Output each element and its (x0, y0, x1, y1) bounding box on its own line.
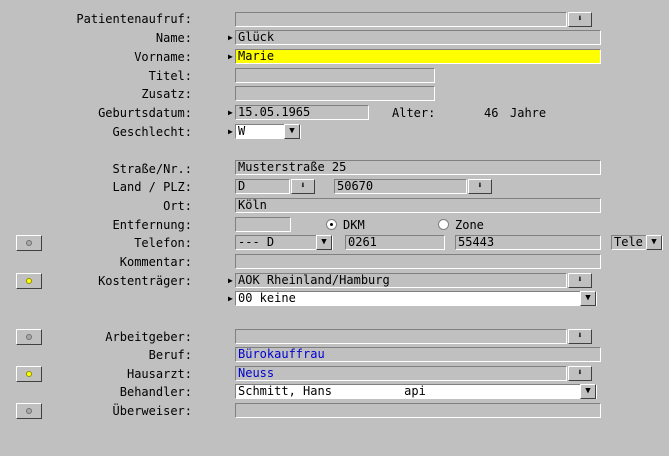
label-arbeitgeber: Arbeitgeber: (105, 330, 192, 344)
download-arrow-icon: ⬇ (300, 181, 306, 191)
label-geburtsdatum: Geburtsdatum: (98, 106, 192, 120)
behandler-select[interactable]: Schmitt, Hans api (235, 384, 597, 399)
beruf-field[interactable]: Bürokauffrau (235, 347, 601, 362)
required-marker-icon: ▶ (228, 33, 233, 42)
download-arrow-icon: ⬇ (477, 181, 483, 191)
kostentraeger-field[interactable]: AOK Rheinland/Hamburg (235, 273, 567, 288)
label-kommentar: Kommentar: (119, 255, 192, 269)
alter-value: 46 (484, 106, 499, 120)
label-behandler: Behandler: (119, 385, 192, 399)
entfernung-field[interactable] (235, 217, 291, 232)
label-patientenaufruf: Patientenaufruf: (76, 12, 192, 26)
alter-label: Alter: (392, 106, 436, 120)
download-arrow-icon: ⬇ (577, 368, 583, 378)
kostentraeger-status-select[interactable]: 00 keine (235, 291, 597, 306)
arbeitgeber-dropdown-button[interactable]: ⬇ (568, 329, 592, 344)
patientenaufruf-dropdown-button[interactable]: ⬇ (568, 12, 592, 27)
arbeitgeber-status-button[interactable] (16, 329, 42, 345)
strasse-field[interactable]: Musterstraße 25 (235, 160, 601, 175)
land-field[interactable]: D (235, 179, 290, 194)
label-hausarzt: Hausarzt: (126, 367, 192, 381)
telefon-kind-dropdown-button[interactable]: ▼ (646, 235, 662, 250)
zone-label: Zone (455, 218, 484, 232)
download-arrow-icon: ⬇ (577, 275, 583, 285)
label-titel: Titel: (148, 69, 192, 83)
label-strasse: Straße/Nr.: (112, 162, 192, 176)
kostentraeger-status-dropdown-button[interactable]: ▼ (580, 291, 596, 306)
status-dot-icon (26, 334, 32, 340)
label-geschlecht: Geschlecht: (112, 125, 192, 139)
plz-field[interactable]: 50670 (334, 179, 467, 194)
arbeitgeber-field[interactable] (235, 329, 567, 344)
alter-unit: Jahre (510, 106, 547, 120)
telefon-nummer-field[interactable]: 55443 (455, 235, 601, 250)
hausarzt-field[interactable]: Neuss (235, 366, 567, 381)
status-dot-icon (26, 408, 32, 414)
label-kostentraeger: Kostenträger: (98, 274, 192, 288)
label-telefon: Telefon: (134, 236, 192, 250)
label-zusatz: Zusatz: (141, 87, 192, 101)
dkm-radio[interactable] (326, 219, 337, 230)
geburtsdatum-field[interactable]: 15.05.1965 (235, 105, 369, 120)
land-dropdown-button[interactable]: ⬇ (291, 179, 315, 194)
label-land-plz: Land / PLZ: (112, 180, 192, 194)
chevron-down-icon: ▼ (585, 293, 591, 303)
patientenaufruf-field[interactable] (235, 12, 567, 27)
download-arrow-icon: ⬇ (577, 331, 583, 341)
vorname-field[interactable]: Marie (235, 49, 601, 64)
kostentraeger-status-button[interactable] (16, 273, 42, 289)
required-marker-icon: ▶ (228, 108, 233, 117)
required-marker-icon: ▶ (228, 127, 233, 136)
required-marker-icon: ▶ (228, 294, 233, 303)
telefon-type-dropdown-button[interactable]: ▼ (316, 235, 332, 250)
name-field[interactable]: Glück (235, 30, 601, 45)
required-marker-icon: ▶ (228, 276, 233, 285)
ueberweiser-status-button[interactable] (16, 403, 42, 419)
hausarzt-dropdown-button[interactable]: ⬇ (568, 366, 592, 381)
download-arrow-icon: ⬇ (577, 14, 583, 24)
zusatz-field[interactable] (235, 86, 435, 101)
kommentar-field[interactable] (235, 254, 601, 269)
label-vorname: Vorname: (134, 50, 192, 64)
plz-dropdown-button[interactable]: ⬇ (468, 179, 492, 194)
telefon-status-button[interactable] (16, 235, 42, 251)
telefon-vorwahl-field[interactable]: 0261 (345, 235, 445, 250)
label-entfernung: Entfernung: (112, 218, 192, 232)
geschlecht-dropdown-button[interactable]: ▼ (284, 124, 300, 139)
ort-field[interactable]: Köln (235, 198, 601, 213)
titel-field[interactable] (235, 68, 435, 83)
chevron-down-icon: ▼ (651, 237, 657, 247)
chevron-down-icon: ▼ (585, 386, 591, 396)
label-name: Name: (155, 31, 192, 45)
status-dot-icon (26, 278, 32, 284)
hausarzt-status-button[interactable] (16, 366, 42, 382)
label-ort: Ort: (163, 199, 192, 213)
required-marker-icon: ▶ (228, 52, 233, 61)
chevron-down-icon: ▼ (321, 237, 327, 247)
behandler-dropdown-button[interactable]: ▼ (580, 384, 596, 399)
zone-radio[interactable] (438, 219, 449, 230)
status-dot-icon (26, 240, 32, 246)
status-dot-icon (26, 371, 32, 377)
ueberweiser-field[interactable] (235, 403, 601, 418)
chevron-down-icon: ▼ (289, 126, 295, 136)
kostentraeger-dropdown-button[interactable]: ⬇ (568, 273, 592, 288)
label-beruf: Beruf: (148, 348, 192, 362)
label-ueberweiser: Überweiser: (112, 404, 192, 418)
dkm-label: DKM (343, 218, 365, 232)
